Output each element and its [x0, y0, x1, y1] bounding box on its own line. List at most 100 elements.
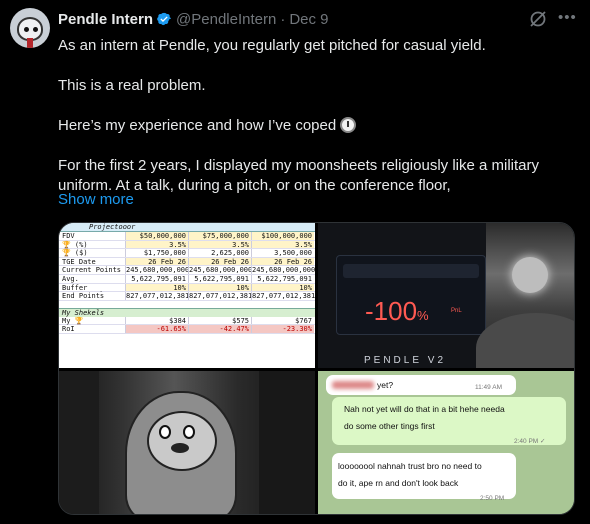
chat-time: 2:50 PM [480, 495, 505, 502]
spreadsheet: Projectooor FDV $50,000,000 $75,000,000 $10… [59, 223, 315, 334]
sheet-rows: FDV $50,000,000 $75,000,000 $100,000,000 🏆 (… [59, 232, 315, 301]
cell: -42.47% [188, 325, 251, 333]
show-more-link[interactable]: Show more [58, 191, 134, 208]
author-name[interactable]: Pendle Intern [58, 11, 153, 28]
cell: 827,077,012,381 [251, 292, 315, 301]
cell: 3.5% [125, 240, 188, 249]
cell-label: 🏆 (%) [59, 240, 125, 249]
media-pendle-pnl-image[interactable]: -100% PnL PENDLE V2 [318, 223, 574, 368]
chat-text: do some other tings first [344, 421, 435, 431]
cell: $100,000,000 [251, 232, 314, 240]
cell-label: My 🏆 [59, 316, 125, 325]
redacted-text [332, 381, 374, 389]
cell: $767 [251, 316, 314, 325]
author-handle[interactable]: @PendleIntern [176, 11, 276, 28]
sheet-title: Projectooor [59, 223, 315, 232]
media-meme-image[interactable] [59, 371, 315, 514]
sheet-row: Buffer 10% 10% 10% [59, 283, 315, 293]
pnl-label: PnL [451, 308, 462, 314]
chat-text: do it, ape rn and don't look back [338, 478, 459, 488]
tweet-header: Pendle Intern @PendleIntern · Dec 9 [58, 9, 329, 29]
sheet-shekels-title: My Shekels [59, 307, 315, 317]
cell: 3.5% [251, 240, 314, 249]
cell: 5,622,795,091 [251, 274, 314, 283]
chat-time: 2:40 PM ✓ [514, 438, 546, 445]
chat-text: loooooool nahnah trust bro no need to [338, 461, 482, 471]
media-spreadsheet-image[interactable]: Projectooor FDV $50,000,000 $75,000,000 $10… [59, 223, 315, 368]
cell: 5,622,795,091 [188, 274, 251, 283]
moon-shape [512, 257, 548, 293]
avatar-tie [27, 38, 33, 48]
cell: $75,000,000 [188, 232, 251, 240]
tweet-line: Here’s my experience and how I’ve coped [58, 116, 578, 136]
cell-label: FDV [59, 232, 125, 240]
sheet-row: 🏆 ($) $1,750,000 2,625,000 3,500,000 [59, 249, 315, 258]
character-face [147, 411, 217, 471]
cell: 26 Feb 26 [251, 257, 314, 266]
sheet-row: 🏆 (%) 3.5% 3.5% 3.5% [59, 240, 315, 250]
cell: 10% [251, 283, 314, 292]
cell: -61.65% [125, 325, 188, 333]
building-shape [59, 371, 99, 514]
more-options-icon[interactable]: ••• [558, 9, 578, 29]
cell: 245,680,000,000 [125, 266, 190, 275]
tweet-line: As an intern at Pendle, you regularly ge… [58, 37, 486, 54]
cell: $1,750,000 [125, 249, 188, 257]
cell: 2,625,000 [188, 249, 251, 257]
sheet-row: FDV $50,000,000 $75,000,000 $100,000,000 [59, 232, 315, 241]
character-eye [159, 425, 171, 439]
cell-label: Current Points [59, 266, 125, 274]
tweet-line: This is a real problem. [58, 77, 206, 94]
hill-shape [476, 313, 574, 368]
cell: -23.30% [251, 325, 314, 333]
cell: $384 [125, 316, 188, 325]
cell: 26 Feb 26 [125, 257, 188, 266]
chat-time: 11:49 AM [475, 384, 502, 391]
cell-label: RoI [59, 325, 125, 333]
author-avatar[interactable] [10, 8, 50, 48]
strategy-bar [343, 264, 479, 278]
cell: 3,500,000 [251, 249, 314, 257]
tweet-line-text: Here’s my experience and how I’ve coped [58, 117, 337, 134]
sheet-row-my: My 🏆 $384 $575 $767 [59, 316, 315, 326]
cell-label: End Points [59, 292, 125, 300]
avatar-eye [33, 27, 38, 32]
tweet-line: For the first 2 years, I displayed my mo… [58, 157, 540, 194]
cell: $50,000,000 [125, 232, 188, 240]
chat-message-incoming: loooooool nahnah trust bro no need to do… [332, 453, 516, 499]
avatar-eye [24, 27, 29, 32]
separator-dot: · [280, 10, 286, 28]
cell: 3.5% [188, 240, 251, 249]
pnl-value: -100% [365, 296, 429, 327]
chat-text: yet? [377, 380, 394, 390]
media-grid: Projectooor FDV $50,000,000 $75,000,000 $10… [58, 222, 575, 515]
sheet-row: Current Points 245,680,000,000 245,680,000… [59, 266, 315, 275]
cell: 26 Feb 26 [188, 257, 251, 266]
tweet-text: As an intern at Pendle, you regularly ge… [58, 36, 578, 196]
stopwatch-emoji-icon [340, 117, 357, 133]
tweet-date[interactable]: Dec 9 [289, 11, 328, 28]
cell: 827,077,012,381 [125, 292, 190, 301]
verified-badge-icon[interactable] [156, 11, 172, 27]
moon-artwork [476, 223, 574, 368]
character-eye [183, 425, 195, 439]
cell: 10% [188, 283, 251, 292]
pnl-card: -100% PnL [336, 255, 486, 335]
sheet-row: End Points 827,077,012,381 827,077,012,381… [59, 292, 315, 301]
grok-icon[interactable] [528, 9, 548, 29]
sheet-row: Avg. Points/Day5,622,795,0915,622,795,09… [59, 274, 315, 292]
cell-label: Avg. Points/Day [59, 274, 125, 292]
character-nose [171, 443, 189, 453]
media-chat-screenshot[interactable]: yet? 11:49 AM Nah not yet will do that i… [318, 371, 574, 514]
cell: 10% [125, 283, 188, 292]
cell-label: Buffer [59, 283, 125, 292]
sheet-row-roi: RoI -61.65% -42.47% -23.30% [59, 325, 315, 334]
cell: 5,622,795,091 [125, 274, 188, 283]
cell: 245,680,000,000 [188, 266, 253, 275]
cell: 245,680,000,000 [251, 266, 315, 275]
cell-label: TGE Date [59, 257, 125, 266]
pendle-logo: PENDLE V2 [364, 355, 447, 366]
pnl-number: -100 [365, 296, 418, 326]
cell: $575 [188, 316, 251, 325]
chat-text: Nah not yet will do that in a bit hehe n… [344, 404, 505, 414]
